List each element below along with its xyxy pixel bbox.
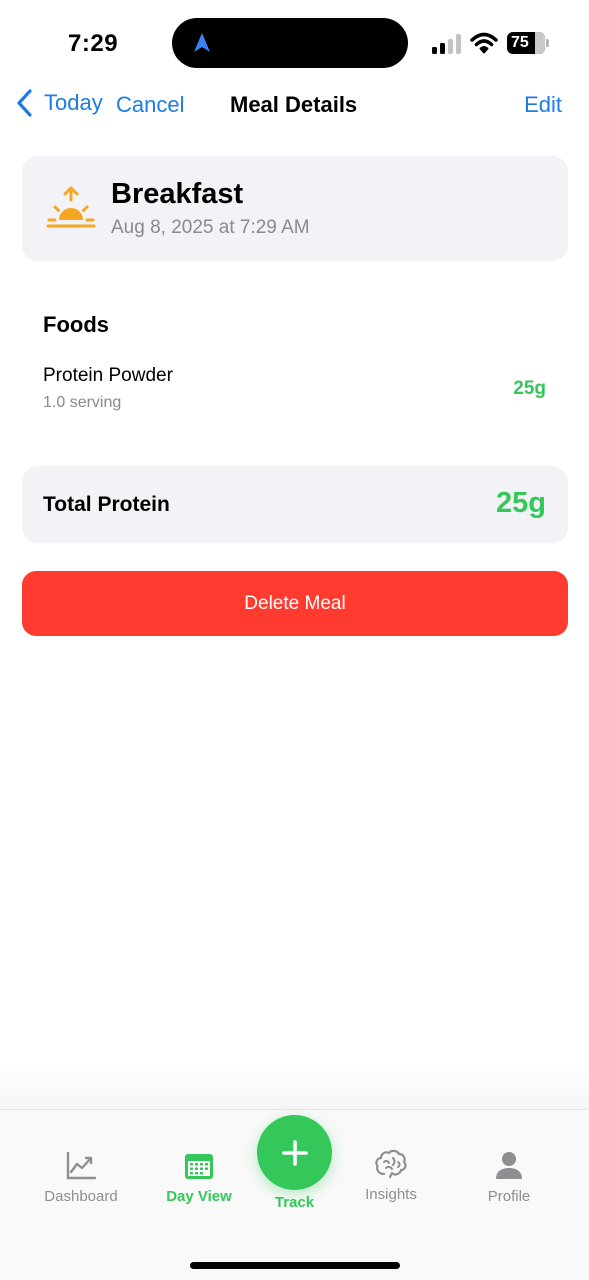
tab-profile[interactable]: Profile [470,1150,548,1205]
sunrise-icon [46,186,96,228]
home-indicator [190,1262,400,1269]
cancel-button[interactable]: Cancel [116,92,184,118]
edit-button[interactable]: Edit [524,92,562,118]
total-protein-value: 25g [496,487,546,519]
track-button-label: Track [274,1194,315,1211]
tab-profile-label: Profile [487,1188,531,1205]
back-button[interactable]: Today [14,88,103,118]
tab-dashboard-label: Dashboard [44,1188,118,1205]
back-button-label: Today [44,90,103,115]
signal-icon [432,34,461,54]
battery-level: 75 [511,34,529,51]
total-protein-card: Total Protein 25g [22,466,568,543]
meal-header-card: Breakfast Aug 8, 2025 at 7:29 AM [22,156,568,261]
delete-meal-button[interactable]: Delete Meal [22,571,568,636]
track-button[interactable] [257,1115,332,1190]
tab-dashboard[interactable]: Dashboard [42,1150,120,1205]
plus-icon [281,1139,308,1166]
total-protein-label: Total Protein [43,493,170,516]
dynamic-island [172,18,408,68]
battery-icon: 75 [507,32,549,54]
status-time: 7:29 [68,30,119,57]
food-protein: 25g [513,378,546,399]
location-arrow-icon [194,33,210,52]
chevron-left-icon [17,89,32,117]
meal-datetime: Aug 8, 2025 at 7:29 AM [111,217,310,238]
food-serving: 1.0 serving [43,394,122,411]
tab-insights-label: Insights [365,1186,417,1203]
chart-line-icon [66,1151,97,1180]
tab-day-view[interactable]: Day View [160,1150,238,1205]
brain-icon [375,1149,407,1179]
tab-bar-shadow [0,1060,589,1110]
page-title: Meal Details [230,92,358,117]
food-item[interactable]: Protein Powder 1.0 serving 25g [22,356,568,422]
tab-insights[interactable]: Insights [352,1148,430,1203]
meal-name: Breakfast [111,178,244,210]
wifi-icon [470,32,498,54]
tab-day-view-label: Day View [166,1188,232,1205]
calendar-icon [185,1154,213,1179]
food-name: Protein Powder [43,365,173,386]
person-icon [496,1152,522,1179]
foods-heading: Foods [43,312,109,337]
